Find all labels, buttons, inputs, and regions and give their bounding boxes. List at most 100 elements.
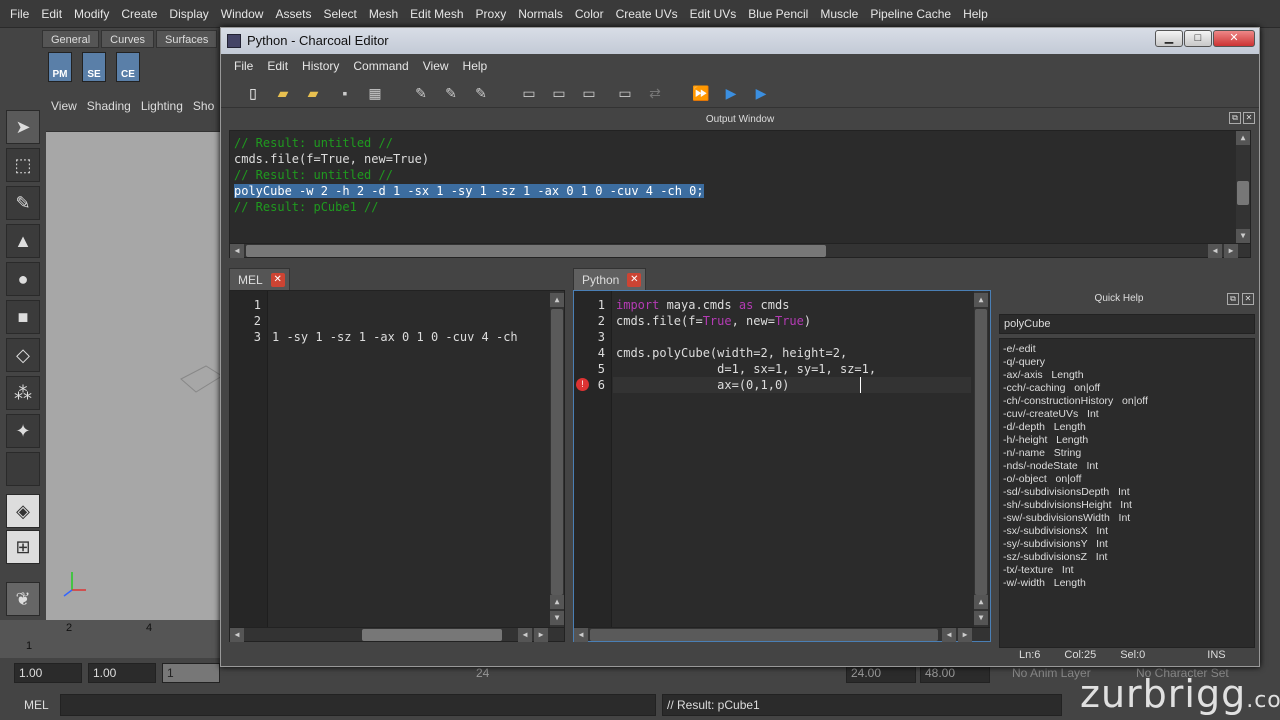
close-button[interactable]: ✕ (1213, 30, 1255, 47)
clear-output-icon[interactable]: ✎ (411, 83, 431, 103)
close-output-icon[interactable]: ✕ (1243, 112, 1255, 124)
quick-help-flag-list[interactable]: -e/-edit -q/-query -ax/-axis Length -cch/-c… (999, 338, 1255, 648)
menu-item-edit-mesh[interactable]: Edit Mesh (404, 7, 469, 21)
maximize-button[interactable]: □ (1184, 30, 1212, 47)
output-hscroll-thumb[interactable] (246, 245, 826, 257)
viewport-menu-shading[interactable]: Shading (82, 99, 136, 113)
quick-help-flag[interactable]: -ch/-constructionHistory on|off (1003, 395, 1148, 408)
menu-item-window[interactable]: Window (215, 7, 270, 21)
shelf-button-se[interactable]: SE (82, 52, 106, 82)
shelf-tab-surfaces[interactable]: Surfaces (155, 30, 218, 48)
menu-item-edit[interactable]: Edit (35, 7, 68, 21)
scroll-up-icon[interactable]: ▲ (1236, 131, 1250, 145)
quick-help-flag[interactable]: -q/-query (1003, 356, 1045, 369)
echo-commands-icon[interactable]: ▭ (615, 83, 635, 103)
viewport-menu-view[interactable]: View (46, 99, 82, 113)
python-vscroll[interactable]: ▲ ▲ ▼ (974, 291, 988, 627)
scroll-left-icon[interactable]: ◀ (574, 628, 588, 642)
quick-help-flag[interactable]: -h/-height Length (1003, 434, 1088, 447)
menu-item-file[interactable]: File (4, 7, 35, 21)
close-tab-icon[interactable]: ✕ (627, 273, 642, 287)
mel-hscroll-thumb[interactable] (362, 629, 502, 641)
float-output-icon[interactable]: ⧉ (1229, 112, 1241, 124)
scroll-right-icon[interactable]: ▶ (958, 628, 972, 642)
quick-help-flag[interactable]: -sd/-subdivisionsDepth Int (1003, 486, 1130, 499)
line-numbers-icon[interactable]: ⇄ (645, 83, 665, 103)
editor-title-bar[interactable]: Python - Charcoal Editor ▁ □ ✕ (221, 28, 1259, 54)
layout-four-icon[interactable]: ⊞ (6, 530, 40, 564)
rotate-tool-icon[interactable]: ● (6, 262, 40, 296)
quick-help-flag[interactable]: -sh/-subdivisionsHeight Int (1003, 499, 1132, 512)
clear-all-icon[interactable]: ✎ (471, 83, 491, 103)
layout-single-icon[interactable]: ◈ (6, 494, 40, 528)
editor-menu-help[interactable]: Help (456, 59, 495, 73)
scroll-left-icon[interactable]: ◀ (230, 244, 244, 258)
mel-hscroll[interactable]: ◀ ◀ ▶ (230, 627, 564, 642)
python-hscroll-thumb[interactable] (590, 629, 938, 641)
start-time-field[interactable]: 1.00 (14, 663, 82, 683)
output-vscroll-thumb[interactable] (1237, 181, 1249, 205)
viewport-menu-sho[interactable]: Sho (188, 99, 219, 113)
quick-help-flag[interactable]: -cuv/-createUVs Int (1003, 408, 1099, 421)
output-hscroll[interactable]: ◀ ◀ ▶ (230, 243, 1250, 258)
quick-help-search-field[interactable]: polyCube (999, 314, 1255, 334)
output-vscroll[interactable]: ▲ ▼ (1236, 131, 1250, 243)
quick-help-flag[interactable]: -nds/-nodeState Int (1003, 460, 1098, 473)
quick-help-flag[interactable]: -d/-depth Length (1003, 421, 1086, 434)
error-marker-icon[interactable]: ! (576, 378, 589, 391)
menu-item-help[interactable]: Help (957, 7, 994, 21)
scroll-up-icon[interactable]: ▲ (550, 293, 564, 307)
select-tool-icon[interactable]: ➤ (6, 110, 40, 144)
mel-vscroll-thumb[interactable] (551, 309, 563, 595)
command-language-label[interactable]: MEL (24, 698, 49, 712)
soft-mod-tool-icon[interactable]: ⁂ (6, 376, 40, 410)
scroll-left-icon[interactable]: ◀ (230, 628, 244, 642)
float-panel-icon[interactable]: ⧉ (1227, 293, 1239, 305)
save-icon[interactable]: ▪ (335, 83, 355, 103)
editor-menu-view[interactable]: View (416, 59, 456, 73)
shelf-button-ce[interactable]: CE (116, 52, 140, 82)
python-hscroll[interactable]: ◀ ◀ ▶ (574, 627, 990, 642)
timeline[interactable]: 2 4 1 (0, 620, 222, 658)
quick-help-flag[interactable]: -n/-name String (1003, 447, 1081, 460)
open-recent-icon[interactable]: ▰ (303, 83, 323, 103)
viewport-menu-lighting[interactable]: Lighting (136, 99, 188, 113)
python-input-pane[interactable]: 1 2 3 4 5 6 ! import maya.cmds as cmds c… (573, 290, 991, 642)
move-tool-icon[interactable]: ▲ (6, 224, 40, 258)
quick-help-flag[interactable]: -sx/-subdivisionsX Int (1003, 525, 1108, 538)
scale-tool-icon[interactable]: ■ (6, 300, 40, 334)
shelf-button-pm[interactable]: PM (48, 52, 72, 82)
execute-icon[interactable]: ▶ (721, 83, 741, 103)
viewport[interactable]: View Shading Lighting Sho (46, 96, 222, 620)
menu-item-blue-pencil[interactable]: Blue Pencil (742, 7, 814, 21)
close-panel-icon[interactable]: ✕ (1242, 293, 1254, 305)
menu-item-modify[interactable]: Modify (68, 7, 115, 21)
scroll-up-icon[interactable]: ▲ (974, 595, 988, 609)
quick-help-flag[interactable]: -sz/-subdivisionsZ Int (1003, 551, 1107, 564)
tab-mel[interactable]: MEL ✕ (229, 268, 290, 290)
scroll-left-icon[interactable]: ◀ (942, 628, 956, 642)
show-input-icon[interactable]: ▭ (549, 83, 569, 103)
scroll-left-icon[interactable]: ◀ (518, 628, 532, 642)
mel-vscroll[interactable]: ▲ ▲ ▼ (550, 291, 564, 627)
quick-help-flag[interactable]: -sw/-subdivisionsWidth Int (1003, 512, 1130, 525)
menu-item-mesh[interactable]: Mesh (363, 7, 404, 21)
scroll-left-icon[interactable]: ◀ (1208, 244, 1222, 258)
lasso-tool-icon[interactable]: ⬚ (6, 148, 40, 182)
scroll-down-icon[interactable]: ▼ (1236, 229, 1250, 243)
output-window[interactable]: // Result: untitled // cmds.file(f=True, … (229, 130, 1251, 258)
quick-help-flag[interactable]: -o/-object on|off (1003, 473, 1081, 486)
scroll-up-icon[interactable]: ▲ (550, 595, 564, 609)
quick-help-flag[interactable]: -tx/-texture Int (1003, 564, 1074, 577)
open-file-icon[interactable]: ▰ (273, 83, 293, 103)
quick-help-flag[interactable]: -w/-width Length (1003, 577, 1086, 590)
menu-item-pipeline-cache[interactable]: Pipeline Cache (864, 7, 957, 21)
minimize-button[interactable]: ▁ (1155, 30, 1183, 47)
editor-menu-file[interactable]: File (227, 59, 260, 73)
menu-item-edit-uvs[interactable]: Edit UVs (684, 7, 743, 21)
menu-item-color[interactable]: Color (569, 7, 610, 21)
save-all-icon[interactable]: ▦ (365, 83, 385, 103)
menu-item-select[interactable]: Select (317, 7, 362, 21)
playback-start-field[interactable]: 1.00 (88, 663, 156, 683)
show-output-icon[interactable]: ▭ (519, 83, 539, 103)
